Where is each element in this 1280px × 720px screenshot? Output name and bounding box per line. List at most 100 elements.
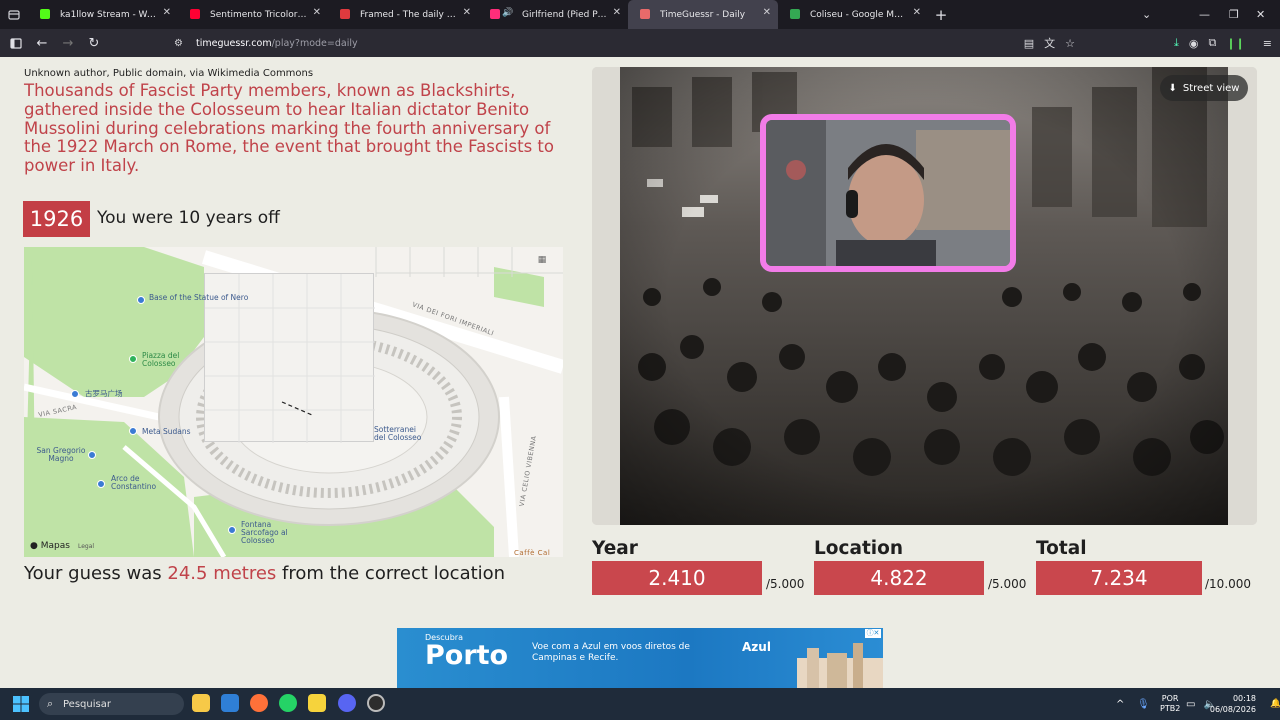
tab-close-icon[interactable]: ✕	[313, 7, 321, 18]
guess-distance-text: Your guess was 24.5 metres from the corr…	[24, 564, 544, 584]
windows-start-icon[interactable]	[13, 696, 29, 712]
microphone-icon[interactable]: 🎙	[1137, 688, 1150, 720]
translate-icon[interactable]: 文	[1044, 35, 1055, 51]
poi-meta-sudans-marker[interactable]	[129, 427, 137, 435]
tab-title: Coliseu - Google Maps	[810, 9, 908, 20]
windows-taskbar: ⌕ Pesquisar ^ 🎙 POR PTB2 ▭ 🔈 00:18 06/08…	[0, 688, 1280, 720]
poi-roman-forum-marker[interactable]	[71, 390, 79, 398]
poi-san-gregorio[interactable]: San Gregorio Magno	[36, 447, 86, 463]
poi-statue-of-nero-marker[interactable]	[137, 296, 145, 304]
poi-fontana-sarcofago-marker[interactable]	[228, 526, 236, 534]
tab-close-icon[interactable]: ✕	[163, 7, 171, 18]
poi-fontana-sarcofago[interactable]: Fontana Sarcofago al Colosseo	[241, 521, 301, 545]
bookmark-star-icon[interactable]: ☆	[1065, 37, 1075, 50]
input-language[interactable]: POR PTB2	[1160, 688, 1180, 720]
back-button[interactable]: ←	[30, 31, 54, 55]
clock-date: 06/08/2026	[1209, 705, 1256, 714]
total-score-label: Total	[1036, 538, 1087, 559]
forward-button[interactable]: →	[56, 31, 80, 55]
street-view-button[interactable]: ⬇ Street view	[1160, 75, 1248, 101]
street-view-label: Street view	[1182, 82, 1240, 94]
map-layers-icon[interactable]: ▦	[535, 255, 549, 269]
poi-sotterranei-colosseo[interactable]: Sotterranei del Colosseo	[374, 426, 424, 442]
tab-close-icon[interactable]: ✕	[913, 7, 921, 18]
poi-statue-of-nero[interactable]: Base of the Statue of Nero	[149, 294, 248, 302]
downloads-icon[interactable]: ⤓	[1174, 36, 1179, 50]
tab-overview-icon[interactable]	[0, 0, 28, 29]
tab-title: Sentimento Tricolor - YouTube	[210, 9, 308, 20]
list-all-tabs-icon[interactable]: ⌄	[1142, 0, 1151, 29]
language-code: POR	[1161, 694, 1179, 703]
map-attribution-text: Mapas	[40, 541, 70, 551]
poi-arco-constantino-marker[interactable]	[97, 480, 105, 488]
location-score-value: 4.822	[814, 561, 984, 595]
result-map[interactable]: Base of the Statue of Nero Piazza del Co…	[24, 247, 563, 557]
poi-piazza-colosseo[interactable]: Piazza del Colosseo	[142, 352, 202, 368]
tray-expand-icon[interactable]: ^	[1116, 688, 1124, 720]
tab-close-icon[interactable]: ✕	[763, 7, 771, 18]
tab-favicon-icon	[640, 9, 650, 19]
reader-mode-icon[interactable]: ▤	[1024, 37, 1034, 50]
outlook-icon[interactable]	[221, 694, 239, 712]
site-info-icon[interactable]: ⚙	[174, 38, 188, 49]
correct-year-badge: 1926	[23, 201, 90, 237]
apple-logo-icon: ●	[30, 541, 38, 551]
browser-tab[interactable]: TimeGuessr - Daily ✕	[628, 0, 778, 29]
guess-distance-value: 24.5 metres	[167, 563, 277, 584]
poi-san-gregorio-marker[interactable]	[88, 451, 96, 459]
file-explorer-icon[interactable]	[192, 694, 210, 712]
menu-icon[interactable]: ≡	[1263, 37, 1272, 50]
tab-close-icon[interactable]: ✕	[613, 7, 621, 18]
sticky-notes-icon[interactable]	[308, 694, 326, 712]
map-legal-link[interactable]: Legal	[78, 543, 94, 550]
reload-button[interactable]: ↻	[82, 31, 106, 55]
poi-meta-sudans[interactable]: Meta Sudans	[142, 428, 191, 436]
whatsapp-icon[interactable]	[279, 694, 297, 712]
ad-tagline: Voe com a Azul em voos diretos de Campin…	[532, 642, 690, 663]
ad-close-icon[interactable]: ⓘ✕	[865, 629, 881, 638]
year-feedback: You were 10 years off	[97, 208, 280, 228]
network-icon[interactable]: ▭	[1186, 699, 1195, 710]
advertisement-banner[interactable]: Descubra Porto Voe com a Azul em voos di…	[397, 628, 883, 688]
discord-icon[interactable]	[338, 694, 356, 712]
taskbar-search[interactable]: ⌕ Pesquisar	[39, 693, 184, 715]
poi-roman-forum[interactable]: 古罗马广场	[85, 390, 123, 398]
extensions-icon[interactable]: ⧉	[1208, 36, 1216, 50]
firefox-icon[interactable]	[250, 694, 268, 712]
taskbar-clock[interactable]: 00:18 06/08/2026	[1210, 693, 1256, 715]
guess-prefix: Your guess was	[24, 563, 168, 584]
extension-audio-icon[interactable]: ❙❙	[1226, 37, 1244, 50]
account-icon[interactable]: ◉	[1189, 37, 1199, 50]
street-view-icon: ⬇	[1168, 82, 1177, 94]
guess-suffix: from the correct location	[276, 563, 506, 584]
total-score-max: /10.000	[1205, 577, 1252, 591]
browser-tab[interactable]: Framed - The daily movie guess ✕	[328, 0, 478, 29]
tab-title: ka1llow Stream - Watch Live on	[60, 9, 158, 20]
poi-caffe[interactable]: Caffè Cal	[514, 549, 550, 557]
sidebar-toggle-icon[interactable]	[4, 31, 28, 55]
taskbar-search-placeholder: Pesquisar	[63, 698, 111, 710]
tab-favicon-icon	[190, 9, 200, 19]
url-path: /play?mode=daily	[271, 37, 358, 49]
close-window-button[interactable]: ✕	[1256, 0, 1265, 29]
browser-tab[interactable]: Coliseu - Google Maps ✕	[778, 0, 928, 29]
tab-audio-icon[interactable]: 🔊	[502, 8, 513, 18]
notification-bell-icon[interactable]: 🔔	[1270, 688, 1280, 720]
poi-arco-constantino[interactable]: Arco de Constantino	[111, 475, 171, 491]
total-score-value: 7.234	[1036, 561, 1202, 595]
tab-title: TimeGuessr - Daily	[660, 9, 746, 20]
browser-tab[interactable]: 🔊 Girlfriend (Pied Piper Remix ✕	[478, 0, 628, 29]
tab-favicon-icon	[340, 9, 350, 19]
minimize-button[interactable]: —	[1199, 0, 1210, 29]
address-bar[interactable]: ⚙ timeguessr.com/play?mode=daily	[174, 32, 1078, 54]
new-tab-button[interactable]: +	[928, 0, 954, 29]
browser-tab[interactable]: Sentimento Tricolor - YouTube ✕	[178, 0, 328, 29]
location-score-label: Location	[814, 538, 904, 559]
map-attribution: ● Mapas	[30, 541, 70, 551]
poi-piazza-colosseo-marker[interactable]	[129, 355, 137, 363]
maximize-button[interactable]: ❐	[1229, 0, 1239, 29]
obs-icon[interactable]	[367, 694, 385, 712]
tab-close-icon[interactable]: ✕	[463, 7, 471, 18]
image-credit: Unknown author, Public domain, via Wikim…	[24, 68, 314, 79]
browser-tab[interactable]: ka1llow Stream - Watch Live on ✕	[28, 0, 178, 29]
